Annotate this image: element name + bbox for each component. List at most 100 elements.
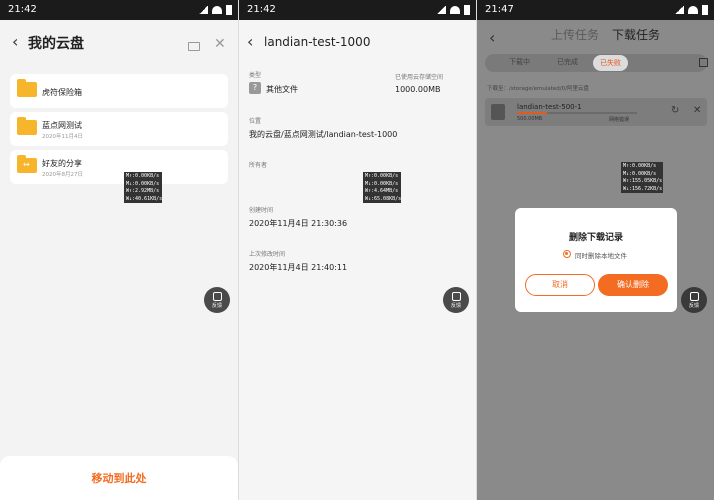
signal-icon <box>437 6 446 14</box>
type-label: 类型 <box>249 72 262 79</box>
net-speed-line: W↓:156.72KB/s <box>623 185 663 192</box>
status-bar: 21:42 <box>239 0 476 20</box>
net-speed-line: M↑:0.00KB/s <box>623 163 657 169</box>
net-speed-line: W↑:155.05KB/s <box>623 178 663 184</box>
task-status: 网络错误 <box>609 117 630 123</box>
cloud-drive-panel: 21:42 ‹ 我的云盘 ✕ 虎符保险箱 蓝点网测试 2020年11月4日 ↔ … <box>0 0 238 500</box>
edit-icon <box>212 292 222 301</box>
delete-local-label[interactable]: 同时删除本地文件 <box>575 250 627 260</box>
task-name: landian-test-500-1 <box>517 103 582 111</box>
back-arrow-icon[interactable]: ‹ <box>12 34 18 50</box>
page-title: 我的云盘 <box>28 36 84 52</box>
battery-icon <box>702 5 708 15</box>
back-arrow-icon[interactable]: ‹ <box>489 30 495 46</box>
wifi-icon <box>212 6 222 14</box>
filter-downloading[interactable]: 下载中 <box>509 57 530 67</box>
bottom-sheet: 移动到此处 <box>0 456 238 500</box>
task-size: 500.00MB <box>517 116 543 122</box>
net-speed-line: W↓:65.08KB/s <box>365 195 401 202</box>
download-path: 下载至：/storage/emulated/0/阿里云盘 <box>487 86 589 92</box>
folder-icon <box>17 117 37 135</box>
status-icons <box>437 5 470 15</box>
location-label: 位置 <box>249 118 262 125</box>
move-here-button[interactable]: 移动到此处 <box>0 470 238 486</box>
folder-icon <box>17 79 37 97</box>
unknown-file-icon: ? <box>249 82 261 94</box>
created-label: 创建时间 <box>249 207 274 214</box>
folder-item[interactable]: 蓝点网测试 2020年11月4日 <box>10 112 228 146</box>
net-speed-line: W↑:2.92MB/s <box>126 188 160 194</box>
status-time: 21:47 <box>485 4 514 15</box>
filter-settings-icon[interactable] <box>699 58 708 67</box>
retry-icon[interactable]: ↻ <box>671 105 679 116</box>
tab-download[interactable]: 下载任务 <box>612 26 660 43</box>
net-speed-line: W↑:4.64MB/s <box>365 188 399 194</box>
wifi-icon <box>450 6 460 14</box>
battery-icon <box>464 5 470 15</box>
status-filter-bar: 下载中 已完成 已失败 <box>485 54 707 72</box>
tab-upload[interactable]: 上传任务 <box>551 26 599 43</box>
net-speed-line: M↑:0.00KB/s <box>365 173 399 179</box>
modified-label: 上次修改时间 <box>249 251 286 258</box>
folder-item[interactable]: 虎符保险箱 <box>10 74 228 108</box>
filter-failed[interactable]: 已失败 <box>593 55 628 71</box>
status-icons <box>675 5 708 15</box>
confirm-delete-button[interactable]: 确认删除 <box>598 274 668 296</box>
folder-date: 2020年8月27日 <box>42 172 83 178</box>
folder-name: 虎符保险箱 <box>42 88 82 97</box>
cancel-button[interactable]: 取消 <box>525 274 595 296</box>
network-speed-overlay: M↑:0.00KB/s M↓:0.00KB/s W↑:4.64MB/s W↓:6… <box>363 172 401 203</box>
feedback-button[interactable]: 反馈 <box>443 287 469 313</box>
status-bar: 21:42 <box>0 0 238 20</box>
edit-icon <box>451 292 461 301</box>
status-time: 21:42 <box>247 4 276 15</box>
folder-name: 好友的分享 <box>42 159 82 168</box>
folder-item[interactable]: ↔ 好友的分享 2020年8月27日 <box>10 150 228 184</box>
signal-icon <box>675 6 684 14</box>
net-speed-line: M↓:0.00KB/s <box>126 180 160 187</box>
status-bar: 21:47 <box>477 0 714 20</box>
navbar: ‹ 我的云盘 ✕ <box>0 20 238 66</box>
battery-icon <box>226 5 232 15</box>
new-folder-icon[interactable] <box>188 42 200 51</box>
network-speed-overlay: M↑:0.00KB/s M↓:0.00KB/s W↑:2.92MB/s W↓:4… <box>124 172 162 203</box>
download-task-item[interactable]: landian-test-500-1 500.00MB 网络错误 ↻ ✕ <box>485 98 707 126</box>
storage-used-value: 1000.00MB <box>395 85 441 94</box>
storage-used-label: 已使用云存储空间 <box>395 74 444 81</box>
task-progress-bar <box>517 112 637 114</box>
net-speed-line: W↓:40.61KB/s <box>126 195 162 202</box>
modified-value: 2020年11月4日 21:40:11 <box>249 263 348 272</box>
page-title: landian-test-1000 <box>264 35 371 49</box>
owner-label: 所有者 <box>249 162 268 169</box>
net-speed-line: M↓:0.00KB/s <box>623 170 657 177</box>
folder-date: 2020年11月4日 <box>42 134 83 140</box>
feedback-button[interactable]: 反馈 <box>681 287 707 313</box>
filter-completed[interactable]: 已完成 <box>557 57 578 67</box>
back-arrow-icon[interactable]: ‹ <box>247 34 253 50</box>
dialog-title: 删除下载记录 <box>568 233 623 243</box>
created-value: 2020年11月4日 21:30:36 <box>249 219 348 228</box>
signal-icon <box>199 6 208 14</box>
wifi-icon <box>688 6 698 14</box>
feedback-label: 反馈 <box>688 303 699 309</box>
close-icon[interactable]: ✕ <box>693 105 701 116</box>
file-details-panel: 21:42 ‹ landian-test-1000 类型 ? 其他文件 已使用云… <box>238 0 476 500</box>
folder-name: 蓝点网测试 <box>42 121 82 130</box>
transfer-tasks-panel: 21:47 ‹ 上传任务 下载任务 下载中 已完成 已失败 下载至：/stora… <box>476 0 714 500</box>
edit-icon <box>689 292 699 301</box>
feedback-label: 反馈 <box>450 303 461 309</box>
type-value: 其他文件 <box>266 85 298 94</box>
delete-record-dialog: 删除下载记录 同时删除本地文件 取消 确认删除 <box>515 208 677 312</box>
feedback-button[interactable]: 反馈 <box>204 287 230 313</box>
file-icon <box>491 104 505 120</box>
close-icon[interactable]: ✕ <box>214 36 226 52</box>
status-time: 21:42 <box>8 4 37 15</box>
network-speed-overlay: M↑:0.00KB/s M↓:0.00KB/s W↑:155.05KB/s W↓… <box>621 162 663 193</box>
location-value: 我的云盘/蓝点网测试/landian-test-1000 <box>249 130 398 139</box>
delete-local-radio[interactable] <box>563 250 571 258</box>
shared-folder-icon: ↔ <box>17 155 37 173</box>
net-speed-line: M↑:0.00KB/s <box>126 173 160 179</box>
feedback-label: 反馈 <box>211 303 222 309</box>
status-icons <box>199 5 232 15</box>
navbar: ‹ landian-test-1000 <box>239 20 476 66</box>
